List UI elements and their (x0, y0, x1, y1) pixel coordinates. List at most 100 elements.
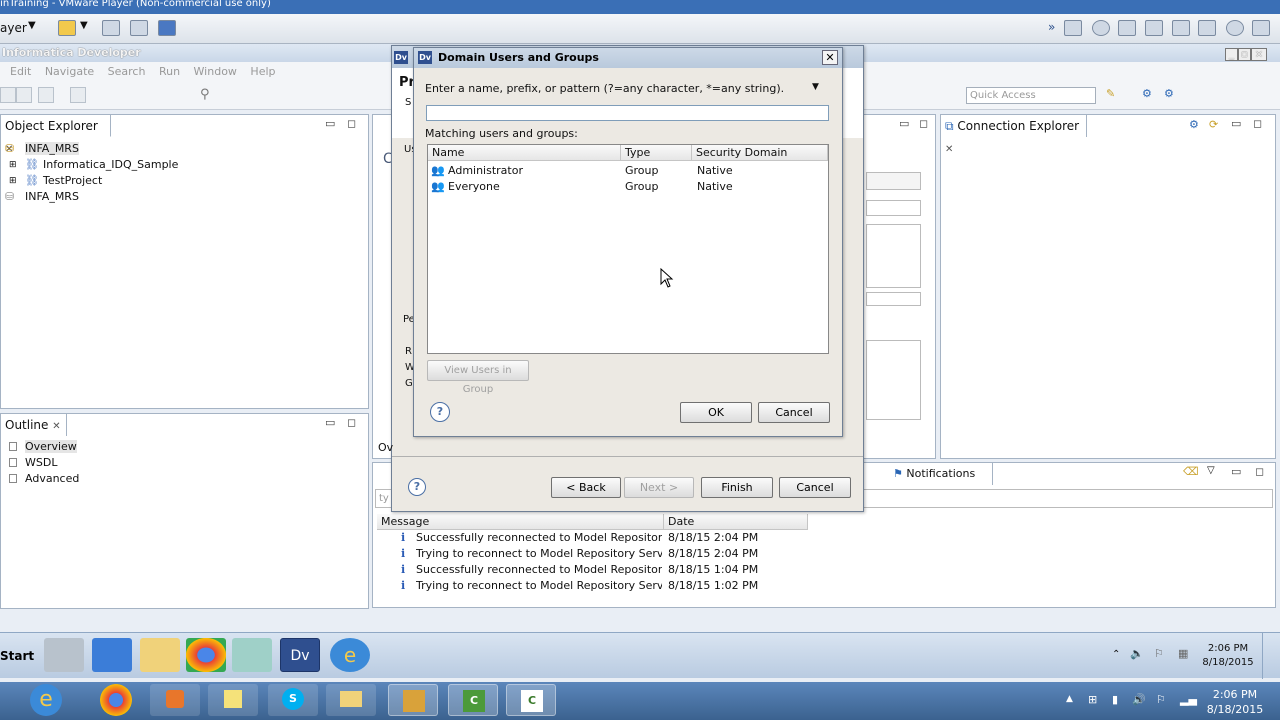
menu-run[interactable]: Run (159, 65, 180, 78)
perspective-icon[interactable]: ✎ (1106, 87, 1122, 103)
chrome-icon[interactable] (100, 684, 132, 716)
view-menu-icon[interactable]: ▽ (1207, 465, 1215, 476)
search-input[interactable] (426, 105, 829, 121)
menu-navigate[interactable]: Navigate (45, 65, 94, 78)
view-users-in-group-button[interactable]: View Users in Group (427, 360, 529, 395)
minimize-icon[interactable]: _ (1225, 48, 1238, 61)
file-explorer-icon[interactable] (326, 684, 376, 716)
menu-help[interactable]: Help (250, 65, 275, 78)
maximize-icon[interactable]: ◻ (347, 416, 356, 429)
editor-field[interactable] (866, 292, 921, 306)
minimize-icon[interactable]: ▭ (899, 117, 909, 130)
save-icon[interactable] (16, 87, 32, 103)
tab-connection-explorer[interactable]: ⧉ Connection Explorer ✕ (941, 115, 1087, 155)
clear-log-icon[interactable]: ⌫ (1183, 465, 1199, 478)
speaker-icon[interactable]: 🔈 (1130, 647, 1144, 660)
cancel-button[interactable]: Cancel (758, 402, 830, 423)
informatica-developer-icon[interactable]: Dv (280, 638, 320, 672)
menu-search[interactable]: Search (108, 65, 146, 78)
new-icon[interactable] (0, 87, 16, 103)
column-header-security-domain[interactable]: Security Domain (692, 145, 828, 161)
usb-icon[interactable] (1172, 20, 1190, 36)
player-menu[interactable]: ayer (0, 21, 27, 35)
editor-textarea[interactable] (866, 224, 921, 288)
wizard-close-button[interactable] (838, 49, 854, 64)
camtasia-recorder-icon[interactable]: C (506, 684, 556, 716)
network-icon[interactable] (102, 20, 120, 36)
skype-icon[interactable]: S (268, 684, 318, 716)
fullscreen-icon[interactable] (130, 20, 148, 36)
log-row[interactable]: i Successfully reconnected to Model Repos… (373, 530, 813, 546)
connect-icon[interactable]: ⚙ (1189, 118, 1199, 131)
internet-explorer-icon[interactable]: e (330, 638, 370, 672)
quick-access-input[interactable]: Quick Access (966, 87, 1096, 104)
notepad-icon[interactable] (232, 638, 272, 672)
menu-window[interactable]: Window (194, 65, 237, 78)
maximize-icon[interactable]: ◻ (919, 117, 928, 130)
camera-icon[interactable] (1226, 20, 1244, 36)
speaker-icon[interactable] (1198, 20, 1216, 36)
pause-icon[interactable] (58, 20, 76, 36)
battery-icon[interactable]: ▮ (1112, 693, 1118, 706)
pin-icon[interactable]: ⚲ (200, 87, 216, 103)
log-row[interactable]: i Trying to reconnect to Model Repository… (373, 546, 813, 562)
finish-button[interactable]: Finish (701, 477, 773, 498)
tab-object-explorer[interactable]: Object Explorer ✕ (1, 115, 111, 155)
powershell-icon[interactable] (92, 638, 132, 672)
tree-item[interactable]: ⊞ ⛓ Informatica_IDQ_Sample (1, 157, 361, 173)
flag-icon[interactable]: ⚐ (1154, 647, 1164, 660)
minimize-icon[interactable]: ▭ (1231, 465, 1241, 478)
close-icon[interactable]: × (1250, 48, 1268, 61)
cd-icon[interactable] (1092, 20, 1110, 36)
tab-outline[interactable]: Outline ✕ (1, 414, 67, 436)
speaker-icon[interactable]: 🔊 (1132, 693, 1146, 706)
table-row[interactable]: 👥 Administrator Group Native (428, 163, 828, 179)
column-header-message[interactable]: Message (377, 514, 664, 530)
maximize-icon[interactable]: ◻ (1255, 465, 1264, 478)
show-hidden-icons[interactable]: ▲ (1066, 694, 1073, 704)
internet-explorer-icon[interactable]: e (30, 684, 62, 716)
tree-item[interactable]: ⛁ INFA_MRS (1, 141, 361, 157)
minimize-icon[interactable]: ▭ (325, 117, 335, 130)
chevron-down-icon[interactable]: ▼ (80, 20, 88, 31)
outline-item[interactable]: Advanced (1, 471, 361, 487)
message-icon[interactable] (1252, 20, 1270, 36)
log-row[interactable]: i Successfully reconnected to Model Repos… (373, 562, 813, 578)
maximize-icon[interactable]: ◻ (347, 117, 356, 130)
floppy-icon[interactable] (1118, 20, 1136, 36)
start-button[interactable]: Start (0, 642, 34, 670)
log-row[interactable]: i Trying to reconnect to Model Repository… (373, 578, 813, 594)
restore-icon[interactable]: ▫ (1238, 48, 1251, 61)
chevron-down-icon[interactable]: ▼ (812, 82, 819, 92)
developer-perspective-icon[interactable]: ⚙ (1142, 87, 1158, 103)
media-player-icon[interactable] (150, 684, 200, 716)
signal-icon[interactable]: ▂▄ (1180, 693, 1197, 706)
action-center-icon[interactable]: ⚐ (1156, 693, 1166, 706)
unity-icon[interactable] (158, 20, 176, 36)
server-manager-icon[interactable] (44, 638, 84, 672)
expand-icon[interactable]: ⊞ (9, 173, 17, 189)
forward-icon[interactable] (70, 87, 86, 103)
close-icon[interactable]: ✕ (52, 421, 60, 432)
show-hidden-icons[interactable]: ⌃ (1112, 649, 1120, 660)
help-icon[interactable]: ? (430, 402, 450, 422)
menu-edit[interactable]: Edit (10, 65, 31, 78)
clock[interactable]: 2:06 PM 8/18/2015 (1198, 642, 1258, 670)
windows-flag-icon[interactable]: ⊞ (1088, 693, 1097, 706)
back-icon[interactable] (38, 87, 54, 103)
network-icon[interactable]: ▦ (1178, 647, 1188, 660)
maximize-icon[interactable]: ◻ (1253, 117, 1262, 130)
help-icon[interactable]: ? (408, 478, 426, 496)
hdd-icon[interactable] (1064, 20, 1082, 36)
editor-field[interactable] (866, 200, 921, 216)
next-button[interactable]: Next > (624, 477, 694, 498)
refresh-icon[interactable]: ⟳ (1209, 118, 1218, 131)
tab-notifications[interactable]: ⚑ Notifications (893, 463, 993, 485)
close-icon[interactable]: ✕ (822, 50, 838, 65)
column-header-date[interactable]: Date (664, 514, 808, 530)
back-button[interactable]: < Back (551, 477, 621, 498)
camtasia-icon[interactable]: C (448, 684, 498, 716)
sticky-notes-icon[interactable] (208, 684, 258, 716)
editor-field[interactable] (866, 172, 921, 190)
close-icon[interactable]: ✕ (945, 144, 953, 155)
